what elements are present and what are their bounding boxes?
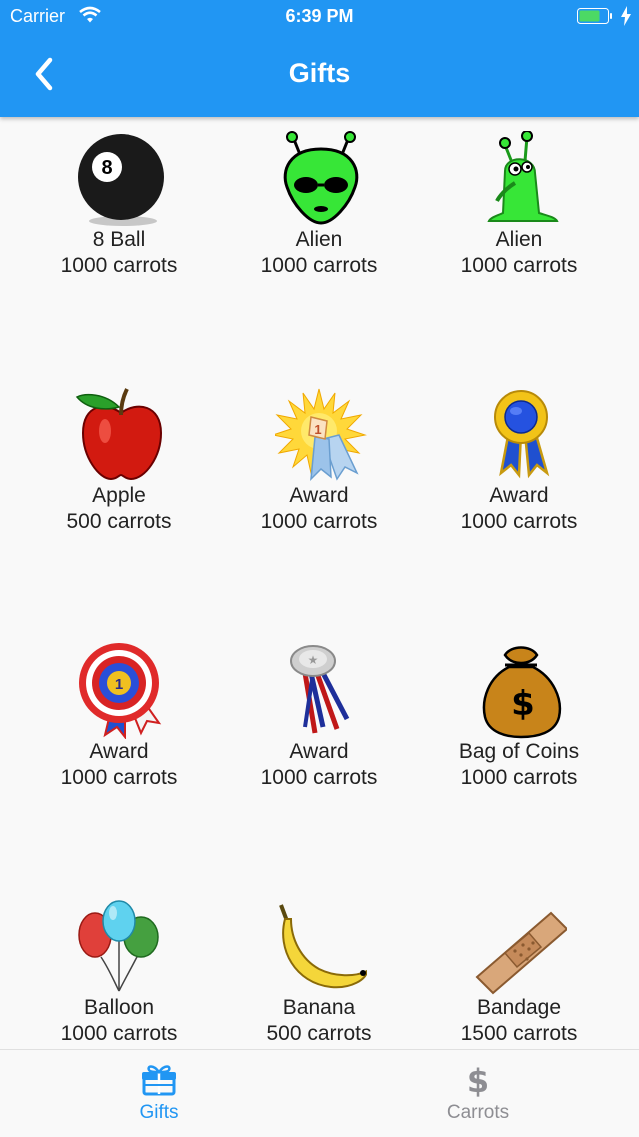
gift-item[interactable]: $ Bag of Coins 1000 carrots	[419, 629, 619, 885]
gift-price: 1000 carrots	[260, 766, 378, 789]
gift-name: Award	[289, 740, 349, 763]
gift-price: 500 carrots	[266, 1022, 372, 1045]
svg-text:1: 1	[115, 676, 123, 693]
app-bar: Carrier 6:39 PM Gifts	[0, 0, 639, 117]
gift-name: Award	[89, 740, 149, 763]
banana-icon	[279, 904, 367, 989]
svg-text:8: 8	[101, 157, 112, 179]
gift-name: Alien	[495, 228, 543, 251]
gift-grid: 8 8 Ball 1000 carrots Alien 1000 carrots	[0, 117, 639, 1049]
balloons-icon	[78, 900, 159, 992]
gift-name: Award	[289, 484, 349, 507]
tab-gifts[interactable]: Gifts	[39, 1050, 279, 1137]
page-title: Gifts	[288, 58, 351, 88]
eight-ball-icon: 8	[78, 134, 164, 226]
tab-label: Gifts	[139, 1102, 179, 1123]
gift-name: Banana	[282, 996, 356, 1019]
gift-price: 1000 carrots	[460, 254, 578, 277]
gift-price: 1000 carrots	[60, 1022, 178, 1045]
gift-price: 1000 carrots	[460, 510, 578, 533]
bottom-tab-bar: Gifts $ Carrots	[0, 1049, 639, 1137]
apple-icon	[75, 388, 163, 481]
status-bar: Carrier 6:39 PM	[0, 0, 639, 34]
money-bag-icon: $	[482, 646, 562, 739]
gift-name: Award	[489, 484, 549, 507]
gift-item[interactable]: ★ Award 1000 carrots	[219, 629, 419, 885]
gift-price: 1000 carrots	[260, 254, 378, 277]
gift-name: Apple	[92, 484, 146, 507]
alien-head-icon	[283, 131, 359, 225]
gift-name: Balloon	[83, 996, 155, 1019]
gift-item[interactable]: Alien 1000 carrots	[219, 117, 419, 373]
gift-item[interactable]: 8 8 Ball 1000 carrots	[19, 117, 219, 373]
gift-item[interactable]: Apple 500 carrots	[19, 373, 219, 629]
gift-price: 1000 carrots	[260, 510, 378, 533]
charging-bolt-icon	[621, 6, 631, 26]
gift-item[interactable]: Bandage 1500 carrots	[419, 885, 619, 1049]
gift-price: 1000 carrots	[60, 254, 178, 277]
clock: 6:39 PM	[285, 6, 354, 26]
gift-name: Bandage	[476, 996, 562, 1019]
bandage-icon	[475, 911, 567, 995]
tab-label: Carrots	[446, 1102, 510, 1123]
svg-text:$: $	[511, 684, 535, 724]
alien-creature-icon	[487, 131, 559, 222]
award-medal-icon: ★	[290, 645, 350, 734]
gift-name: Bag of Coins	[458, 740, 580, 763]
gift-item[interactable]: 1 Award 1000 carrots	[219, 373, 419, 629]
gift-icon	[142, 1065, 176, 1096]
gift-item[interactable]: Banana 500 carrots	[219, 885, 419, 1049]
svg-text:1: 1	[314, 422, 321, 437]
battery-icon	[577, 8, 612, 24]
gift-price: 1000 carrots	[460, 766, 578, 789]
gift-item[interactable]: Award 1000 carrots	[419, 373, 619, 629]
award-rosette-icon: 1	[79, 643, 162, 739]
gift-price: 500 carrots	[66, 510, 172, 533]
gift-name: 8 Ball	[92, 228, 146, 251]
svg-text:$: $	[467, 1062, 489, 1098]
gift-item[interactable]: Balloon 1000 carrots	[19, 885, 219, 1049]
tab-carrots[interactable]: $ Carrots	[358, 1050, 598, 1137]
svg-text:★: ★	[308, 653, 319, 667]
award-ribbon-icon	[494, 390, 550, 479]
gift-name: Alien	[295, 228, 343, 251]
gift-price: 1500 carrots	[460, 1022, 578, 1045]
award-sunburst-icon: 1	[275, 388, 367, 482]
gift-item[interactable]: 1 Award 1000 carrots	[19, 629, 219, 885]
gift-price: 1000 carrots	[60, 766, 178, 789]
gift-item[interactable]: Alien 1000 carrots	[419, 117, 619, 373]
dollar-icon: $	[467, 1062, 489, 1098]
